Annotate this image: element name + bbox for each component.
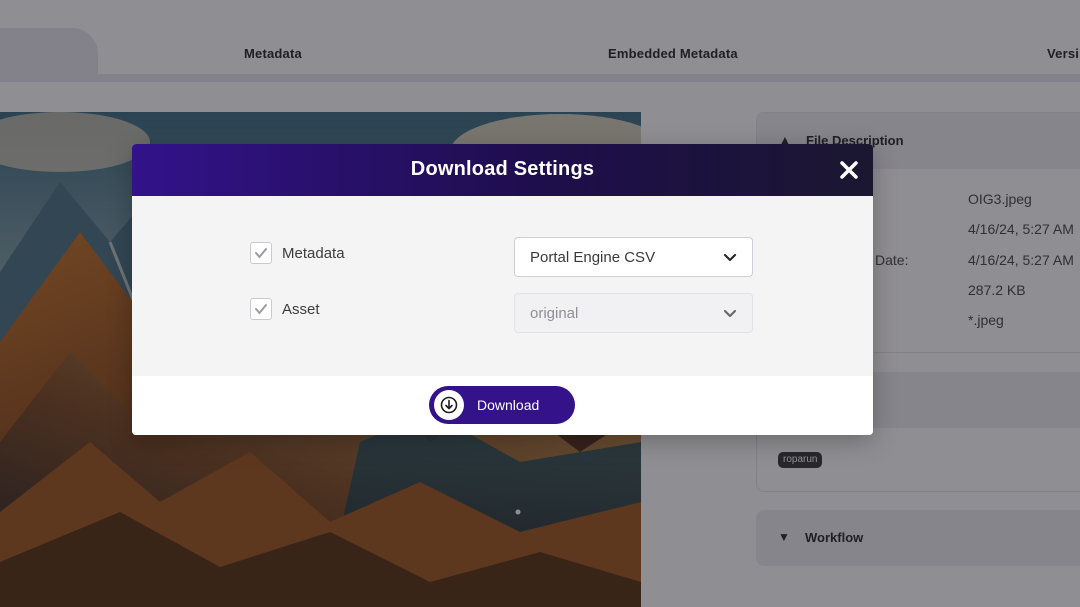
asset-size-value: original [530,305,579,322]
download-settings-modal: Download Settings Metadata Portal Engine… [132,144,873,435]
close-icon [840,161,858,179]
chevron-down-icon [723,253,737,262]
close-button[interactable] [836,157,862,183]
download-icon [434,390,464,420]
asset-label: Asset [282,301,320,318]
metadata-format-value: Portal Engine CSV [530,249,656,266]
chevron-down-icon [723,309,737,318]
asset-checkbox[interactable] [250,298,272,320]
asset-size-select[interactable]: original [514,293,753,333]
check-icon [255,248,267,258]
download-button-label: Download [477,397,540,413]
metadata-format-select[interactable]: Portal Engine CSV [514,237,753,277]
modal-title: Download Settings [410,158,595,180]
modal-body [132,196,873,376]
metadata-label: Metadata [282,245,345,262]
modal-header: Download Settings [132,144,873,196]
download-button[interactable]: Download [429,386,575,424]
metadata-checkbox[interactable] [250,242,272,264]
check-icon [255,304,267,314]
